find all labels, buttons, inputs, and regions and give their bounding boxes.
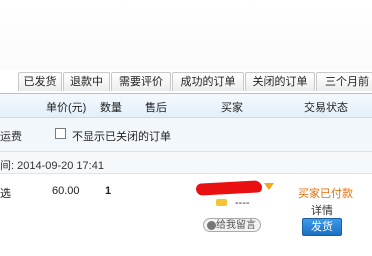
tab-three-months-ago[interactable]: 三个月前 xyxy=(316,72,372,91)
hide-closed-label: 不显示已关闭的订单 xyxy=(72,131,171,143)
col-quantity: 数量 xyxy=(100,102,122,114)
buyer-extra: ---- xyxy=(235,197,250,209)
item-quantity: 1 xyxy=(105,185,112,197)
col-status: 交易状态 xyxy=(304,102,348,114)
order-tabs: 已发货 退款中 需要评价 成功的订单 关闭的订单 三个月前 xyxy=(0,70,372,94)
order-time: 间: 2014-09-20 17:41 xyxy=(0,160,104,172)
details-link[interactable]: 详情 xyxy=(311,202,333,218)
item-title-fragment[interactable]: 选 xyxy=(0,185,11,201)
tab-closed-orders[interactable]: 关闭的订单 xyxy=(245,72,315,91)
col-unit-price: 单价(元) xyxy=(46,102,87,114)
flag-icon[interactable] xyxy=(264,183,274,190)
chat-icon xyxy=(207,221,216,230)
top-area xyxy=(0,0,372,70)
order-header: 间: 2014-09-20 17:41 xyxy=(0,152,372,174)
col-buyer: 买家 xyxy=(221,102,243,114)
ship-button[interactable]: 发货 xyxy=(302,218,342,236)
status-badge: 买家已付款 xyxy=(298,188,353,200)
leave-message-button[interactable]: 给我留言 xyxy=(203,218,261,232)
hide-closed-checkbox[interactable] xyxy=(55,128,66,139)
shipping-fee-fragment: 运费 xyxy=(0,131,22,143)
tab-need-review[interactable]: 需要评价 xyxy=(111,72,171,91)
leave-message-label: 给我留言 xyxy=(216,220,256,231)
tab-successful-orders[interactable]: 成功的订单 xyxy=(172,72,244,91)
message-icon xyxy=(216,199,227,206)
filter-row: 运费 不显示已关闭的订单 xyxy=(0,118,372,152)
tab-shipped[interactable]: 已发货 xyxy=(18,72,62,91)
item-price: 60.00 xyxy=(52,185,80,197)
column-header: 单价(元) 数量 售后 买家 交易状态 xyxy=(0,94,372,118)
col-after-sale: 售后 xyxy=(145,102,167,114)
redacted-buyer-name xyxy=(195,180,263,196)
tab-refunding[interactable]: 退款中 xyxy=(63,72,110,91)
